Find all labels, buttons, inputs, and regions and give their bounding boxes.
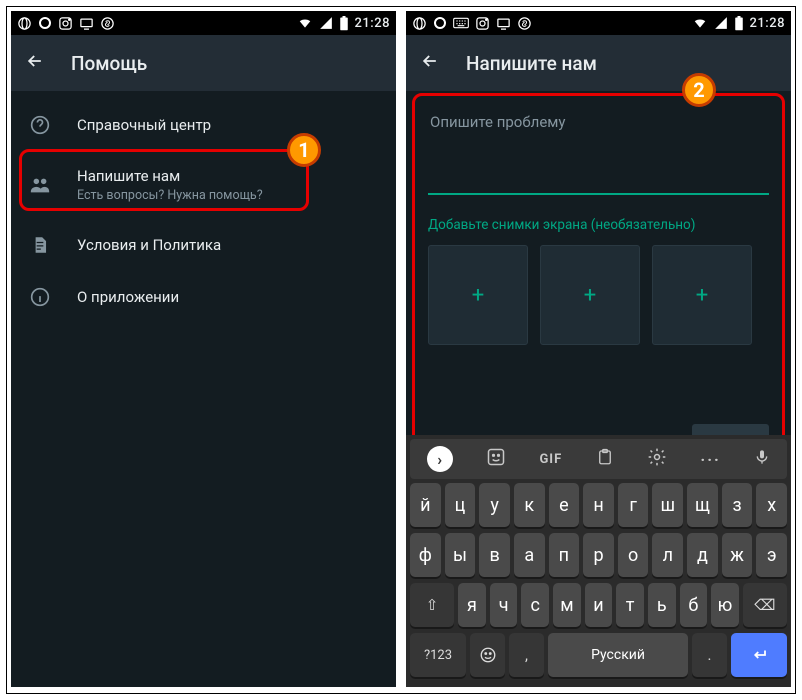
key[interactable]: л — [652, 533, 683, 577]
key[interactable]: ш — [652, 483, 683, 527]
page-title: Помощь — [71, 52, 147, 75]
backspace-key[interactable]: ⌫ — [743, 583, 787, 627]
help-item-help-center[interactable]: Справочный центр — [11, 99, 396, 151]
key[interactable]: р — [583, 533, 614, 577]
phone-right: 21:28 Напишите нам Опишите проблему Доба… — [406, 11, 791, 687]
comma-key[interactable]: , — [509, 633, 544, 677]
more-icon[interactable]: ··· — [700, 450, 720, 469]
circle-icon — [433, 16, 447, 30]
question-icon — [29, 115, 51, 135]
key[interactable]: п — [549, 533, 580, 577]
signal-icon — [319, 16, 333, 30]
key[interactable]: д — [687, 533, 718, 577]
instagram-icon — [475, 16, 490, 31]
key[interactable]: я — [458, 583, 486, 627]
emoji-key[interactable] — [470, 633, 505, 677]
key[interactable]: г — [618, 483, 649, 527]
opera-icon — [17, 16, 32, 31]
app-header: Помощь — [11, 35, 396, 91]
key[interactable]: т — [616, 583, 644, 627]
app-header: Напишите нам — [406, 35, 791, 91]
help-item-about[interactable]: О приложении — [11, 271, 396, 323]
sticker-icon[interactable] — [486, 447, 506, 471]
clipboard-icon[interactable] — [596, 447, 614, 471]
key[interactable]: ы — [445, 533, 476, 577]
signal-icon — [714, 16, 728, 30]
key[interactable]: о — [618, 533, 649, 577]
shazam-icon — [100, 16, 115, 31]
key[interactable]: ю — [711, 583, 739, 627]
key[interactable]: у — [479, 483, 510, 527]
status-bar: 21:28 — [11, 11, 396, 35]
shift-key[interactable]: ⇧ — [410, 583, 454, 627]
page-title: Напишите нам — [466, 52, 597, 75]
help-item-label: Условия и Политика — [77, 236, 221, 254]
key[interactable]: ц — [445, 483, 476, 527]
numbers-key[interactable]: ?123 — [410, 633, 466, 677]
phone-left: 21:28 Помощь Справочный центр Напишите н… — [11, 11, 396, 687]
key[interactable]: и — [585, 583, 613, 627]
key[interactable]: ф — [410, 533, 441, 577]
keyboard-suggest-bar: › GIF ··· — [410, 439, 787, 479]
key[interactable]: й — [410, 483, 441, 527]
key[interactable]: б — [680, 583, 708, 627]
back-icon[interactable] — [25, 51, 45, 75]
shazam-icon — [517, 16, 532, 31]
opera-icon — [412, 16, 427, 31]
status-bar: 21:28 — [406, 11, 791, 35]
key[interactable]: м — [553, 583, 581, 627]
wifi-icon — [297, 16, 313, 30]
step-badge-1: 1 — [287, 133, 321, 167]
chevron-right-icon[interactable]: › — [427, 446, 453, 472]
keyboard-row-4: ?123 , Русский . — [410, 633, 787, 677]
key[interactable]: э — [756, 533, 787, 577]
key[interactable]: в — [479, 533, 510, 577]
spacebar-key[interactable]: Русский — [548, 633, 688, 677]
instagram-icon — [58, 16, 73, 31]
key[interactable]: ч — [490, 583, 518, 627]
keyboard-row-3: ⇧ я ч с м и т ь б ю ⌫ — [410, 583, 787, 627]
key[interactable]: ь — [648, 583, 676, 627]
wifi-icon — [692, 16, 708, 30]
key[interactable]: х — [756, 483, 787, 527]
screen-icon — [496, 16, 511, 31]
clock: 21:28 — [355, 16, 390, 31]
gif-button[interactable]: GIF — [539, 452, 562, 467]
key[interactable]: ж — [722, 533, 753, 577]
screen-icon — [79, 16, 94, 31]
highlight-box-1 — [19, 149, 309, 211]
battery-icon — [339, 16, 349, 31]
key[interactable]: с — [521, 583, 549, 627]
step-badge-2: 2 — [682, 73, 716, 107]
key[interactable]: а — [514, 533, 545, 577]
keyboard: › GIF ··· й ц у к е н г ш щ з х — [406, 435, 791, 687]
help-item-label: Справочный центр — [77, 116, 211, 134]
back-icon[interactable] — [420, 51, 440, 75]
gear-icon[interactable] — [647, 447, 667, 471]
enter-key[interactable] — [731, 633, 787, 677]
info-icon — [29, 287, 51, 307]
key[interactable]: е — [549, 483, 580, 527]
document-icon — [29, 235, 51, 255]
keyboard-row-2: ф ы в а п р о л д ж э — [410, 533, 787, 577]
key[interactable]: щ — [687, 483, 718, 527]
keyboard-status-icon — [453, 17, 469, 29]
help-item-label: О приложении — [77, 288, 179, 306]
keyboard-row-1: й ц у к е н г ш щ з х — [410, 483, 787, 527]
clock: 21:28 — [750, 16, 785, 31]
mic-icon[interactable] — [754, 447, 770, 471]
key[interactable]: з — [722, 483, 753, 527]
key[interactable]: н — [583, 483, 614, 527]
battery-icon — [734, 16, 744, 31]
circle-icon — [38, 16, 52, 30]
period-key[interactable]: . — [692, 633, 727, 677]
key[interactable]: к — [514, 483, 545, 527]
highlight-box-2 — [412, 93, 785, 469]
help-item-terms[interactable]: Условия и Политика — [11, 219, 396, 271]
